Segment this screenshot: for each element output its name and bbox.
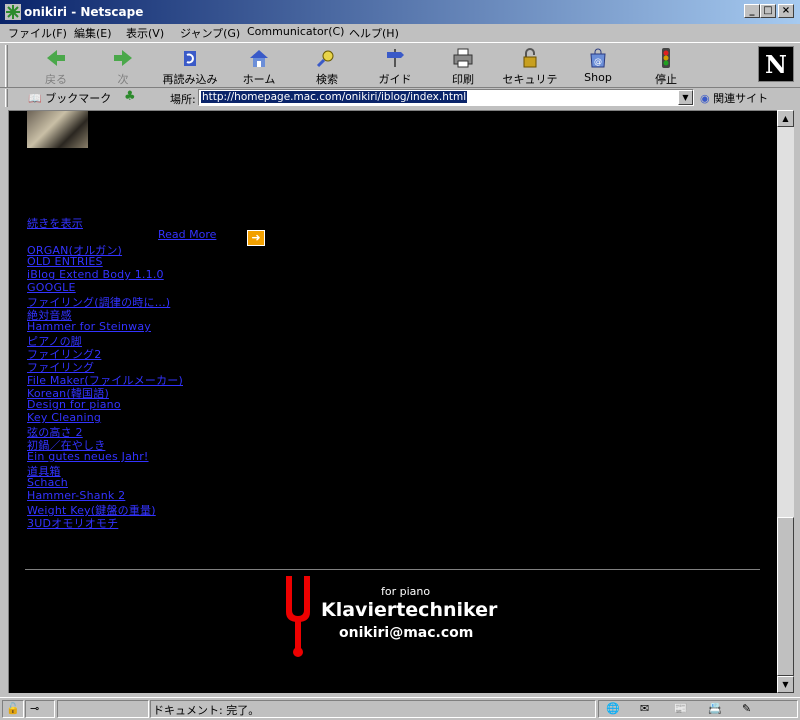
netscape-logo[interactable]: N [758, 46, 794, 82]
entry-link[interactable]: OLD ENTRIES [27, 255, 103, 268]
navigation-toolbar: 戻る 次 再読み込み ホーム 検索 ガイド 印刷 セキュリティ @ Shop 停… [0, 42, 800, 102]
component-bar [598, 700, 798, 718]
related-sites-label: 関連サイト [713, 92, 769, 105]
logo-title: Klaviertechniker [321, 599, 498, 621]
location-grip[interactable] [5, 89, 8, 107]
entry-thumbnail-image[interactable] [27, 111, 88, 148]
progress-cell [57, 700, 149, 718]
logo-email[interactable]: onikiri@mac.com [339, 625, 473, 641]
scroll-thumb[interactable] [777, 517, 794, 676]
entry-link[interactable]: Design for piano [27, 398, 121, 411]
guide-button[interactable]: ガイド [363, 47, 427, 87]
menu-bar: ファイル(F) 編集(E) 表示(V) ジャンプ(G) Communicator… [0, 23, 800, 41]
url-input[interactable]: http://homepage.mac.com/onikiri/iblog/in… [198, 89, 694, 106]
status-bar: 🔓 ⊸ ドキュメント: 完了。 🌐 ✉ 📰 📇 ✎ [0, 697, 800, 720]
close-button[interactable]: × [778, 4, 794, 18]
reload-label: 再読み込み [162, 73, 218, 86]
back-button[interactable]: 戻る [24, 47, 88, 87]
arrow-right-icon[interactable]: ➜ [247, 230, 265, 246]
search-button[interactable]: 検索 [295, 47, 359, 87]
minimize-button[interactable]: _ [744, 4, 760, 18]
related-sites-icon: ◉ [700, 92, 710, 105]
title-bar: onikiri - Netscape _ □ × [0, 0, 800, 24]
divider [25, 569, 760, 570]
stop-icon [662, 48, 670, 68]
continue-reading-link[interactable]: 続きを表示 [27, 215, 83, 231]
location-label: 場所: [170, 93, 196, 106]
url-history-dropdown[interactable]: ▼ [678, 90, 693, 105]
bookmarks-label: ブックマーク [45, 92, 112, 105]
menu-help[interactable]: ヘルプ(H) [349, 25, 399, 41]
menu-communicator[interactable]: Communicator(C) [247, 25, 344, 38]
shop-button[interactable]: @ Shop [566, 47, 630, 87]
bookmarks-button[interactable]: 📖 ブックマーク [28, 90, 111, 106]
newsgroups-icon[interactable]: 📰 [674, 702, 690, 715]
forward-arrow-icon [114, 50, 132, 66]
connection-status-cell: ⊸ [25, 700, 55, 718]
guide-icon [387, 49, 404, 67]
url-text: http://homepage.mac.com/onikiri/iblog/in… [201, 91, 468, 103]
page-proxy-icon[interactable]: ♣ [124, 89, 136, 104]
menu-file[interactable]: ファイル(F) [8, 25, 67, 41]
reload-icon [184, 51, 196, 66]
security-status-cell[interactable]: 🔓 [2, 700, 24, 718]
home-label: ホーム [242, 73, 276, 86]
back-arrow-icon [47, 50, 65, 66]
shop-label: Shop [584, 71, 612, 84]
forward-button[interactable]: 次 [91, 47, 155, 87]
location-toolbar: 📖 ブックマーク ♣ 場所: http://homepage.mac.com/o… [0, 88, 800, 108]
scroll-down-button[interactable]: ▼ [777, 676, 794, 693]
tuning-fork-icon [286, 576, 310, 657]
mail-icon[interactable]: ✉ [640, 702, 656, 715]
security-lock-icon [523, 48, 537, 68]
forward-label: 次 [117, 73, 129, 86]
shop-icon: @ [590, 48, 606, 68]
maximize-button[interactable]: □ [760, 4, 776, 18]
reload-button[interactable]: 再読み込み [158, 47, 222, 87]
page-content: 続きを表示 Read More ➜ ORGAN(オルガン) OLD ENTRIES… [8, 110, 777, 693]
bookmarks-icon: 📖 [28, 92, 42, 105]
menu-go[interactable]: ジャンプ(G) [180, 25, 240, 41]
address-book-icon[interactable]: 📇 [708, 702, 724, 715]
entry-link[interactable]: Schach [27, 476, 68, 489]
svg-text:@: @ [594, 57, 602, 66]
composer-icon[interactable]: ✎ [742, 702, 758, 715]
entry-link[interactable]: Hammer-Shank 2 [27, 489, 125, 502]
status-text: ドキュメント: 完了。 [153, 704, 260, 717]
home-icon [250, 50, 268, 67]
netscape-app-icon[interactable] [5, 4, 21, 20]
vertical-scrollbar[interactable]: ▲ ▼ [777, 110, 794, 693]
stop-button[interactable]: 停止 [634, 47, 698, 87]
window-title: onikiri - Netscape [24, 5, 144, 19]
security-button[interactable]: セキュリティ [498, 47, 562, 102]
read-more-link[interactable]: Read More [158, 228, 216, 241]
entry-link[interactable]: Hammer for Steinway [27, 320, 151, 333]
entry-link[interactable]: Ein gutes neues Jahr! [27, 450, 149, 463]
scroll-up-button[interactable]: ▲ [777, 110, 794, 127]
security-status-icon: 🔓 [6, 702, 20, 715]
related-sites-button[interactable]: ◉ 関連サイト [700, 90, 768, 106]
home-button[interactable]: ホーム [227, 47, 291, 87]
search-icon [316, 50, 334, 68]
toolbar-grip[interactable] [5, 45, 8, 87]
navigator-icon[interactable]: 🌐 [606, 702, 622, 715]
entry-link[interactable]: Key Cleaning [27, 411, 101, 424]
connection-icon: ⊸ [30, 702, 40, 715]
entry-link[interactable]: iBlog Extend Body 1.1.0 [27, 268, 164, 281]
menu-edit[interactable]: 編集(E) [74, 25, 112, 41]
stop-label: 停止 [655, 73, 677, 86]
back-label: 戻る [45, 73, 67, 86]
print-label: 印刷 [452, 73, 474, 86]
entry-link[interactable]: 3UDオモリオモチ [27, 515, 118, 531]
search-label: 検索 [316, 73, 338, 86]
menu-view[interactable]: 表示(V) [126, 25, 164, 41]
print-button[interactable]: 印刷 [431, 47, 495, 87]
print-icon [453, 48, 473, 68]
logo-subtitle: for piano [381, 585, 431, 598]
guide-label: ガイド [378, 73, 412, 86]
entry-link[interactable]: GOOGLE [27, 281, 76, 294]
